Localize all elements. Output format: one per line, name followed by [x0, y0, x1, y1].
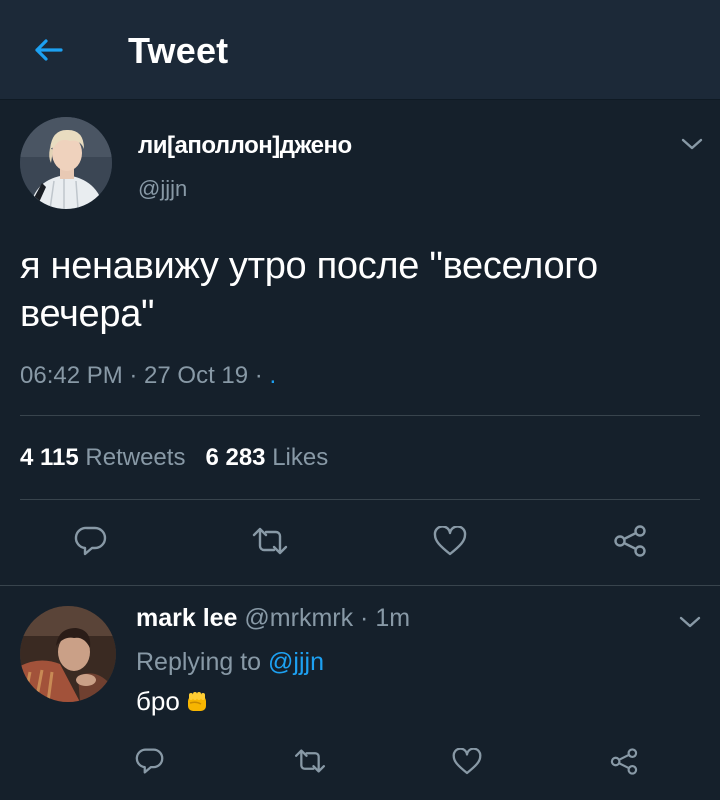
reply-author-avatar[interactable]: [20, 606, 116, 702]
like-button[interactable]: [426, 519, 474, 563]
page-title: Tweet: [128, 30, 229, 71]
reply-tweet[interactable]: mark lee @mrkmrk · 1m Replying to @jjjn …: [0, 585, 720, 800]
chevron-down-icon: [681, 138, 703, 150]
chevron-down-icon: [679, 616, 701, 628]
retweets-stat[interactable]: 4 115 Retweets: [20, 444, 185, 471]
top-bar: Tweet: [0, 0, 720, 100]
like-icon: [433, 526, 467, 556]
divider: [20, 415, 700, 416]
tweet-stats: 4 115 Retweets 6 283 Likes: [20, 444, 328, 472]
reply-button[interactable]: [67, 519, 115, 563]
divider: [20, 499, 700, 500]
arrow-left-icon: [35, 39, 63, 61]
author-avatar[interactable]: [20, 117, 112, 209]
tweet-timestamp: 06:42 PM · 27 Oct 19 · .: [20, 362, 276, 390]
tweet-text: я ненавижу утро после "веселого вечера": [20, 242, 700, 338]
retweet-icon: [252, 527, 288, 555]
reply-text: бро: [136, 686, 210, 717]
likes-label: Likes: [272, 444, 329, 471]
raised-fist-emoji-icon: [187, 691, 206, 711]
reply-menu-caret[interactable]: [676, 610, 704, 634]
likes-stat[interactable]: 6 283 Likes: [205, 444, 328, 471]
tweet-text-line: я ненавижу утро после "веселого: [20, 245, 598, 287]
reply-header: mark lee @mrkmrk · 1m: [136, 604, 410, 633]
retweets-label: Retweets: [85, 444, 186, 471]
reply-retweet-button[interactable]: [286, 739, 334, 783]
share-button[interactable]: [606, 519, 654, 563]
replying-to: Replying to @jjjn: [136, 648, 324, 677]
reply-icon: [74, 526, 107, 556]
reply-share-button[interactable]: [600, 739, 648, 783]
reply-reply-button[interactable]: [126, 739, 174, 783]
main-tweet: ли[аполлон]джено @jjjn я ненавижу утро п…: [0, 100, 720, 584]
replying-prefix: Replying to: [136, 648, 269, 676]
tweet-source-link[interactable]: .: [269, 362, 276, 389]
tweet-menu-caret[interactable]: [678, 132, 706, 156]
author-handle[interactable]: @jjjn: [138, 176, 187, 202]
retweet-icon: [295, 749, 325, 773]
timestamp-text: 06:42 PM · 27 Oct 19 ·: [20, 362, 270, 389]
share-icon: [614, 525, 646, 557]
retweet-button[interactable]: [246, 519, 294, 563]
author-display-name[interactable]: ли[аполлон]джено: [138, 132, 352, 160]
share-icon: [610, 747, 638, 775]
reply-time: 1m: [375, 604, 411, 632]
tweet-text-line: вечера": [20, 293, 155, 335]
reply-author-handle[interactable]: @mrkmrk: [244, 604, 353, 632]
retweets-count: 4 115: [20, 444, 79, 471]
reply-like-button[interactable]: [443, 739, 491, 783]
back-button[interactable]: [26, 30, 70, 70]
replying-to-link[interactable]: @jjjn: [268, 648, 324, 676]
reply-separator: ·: [353, 604, 376, 632]
reply-text-body: бро: [136, 686, 180, 716]
reply-icon: [135, 748, 164, 774]
reply-author-name[interactable]: mark lee: [136, 604, 237, 632]
like-icon: [452, 747, 482, 774]
likes-count: 6 283: [205, 444, 266, 471]
